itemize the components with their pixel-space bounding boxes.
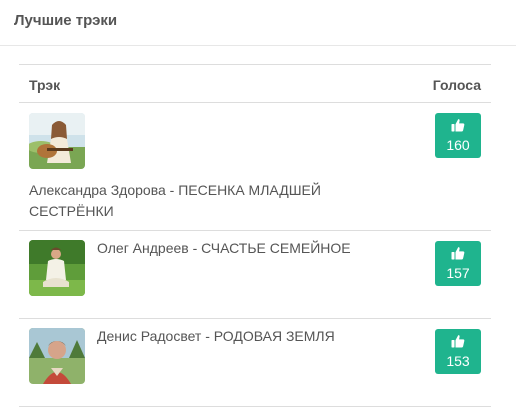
track-title[interactable]: Денис Радосвет - РОДОВАЯ ЗЕМЛЯ	[97, 326, 397, 347]
table-row: Денис Радосвет - РОДОВАЯ ЗЕМЛЯ 153	[19, 319, 491, 407]
vote-button[interactable]: 153	[435, 329, 481, 374]
thumbs-up-icon	[451, 247, 465, 260]
table-header: Трэк Голоса	[19, 64, 491, 103]
track-title[interactable]: Олег Андреев - СЧАСТЬЕ СЕМЕЙНОЕ	[97, 238, 397, 259]
track-title[interactable]: Александра Здорова - ПЕСЕНКА МЛАДШЕЙ СЕС…	[29, 180, 389, 222]
tracks-table: Трэк Голоса Александра Здорова - ПЕСЕНКА	[19, 64, 491, 407]
thumbs-up-icon	[451, 335, 465, 348]
column-header-track: Трэк	[29, 77, 61, 93]
vote-count: 157	[446, 265, 470, 281]
column-header-votes: Голоса	[432, 77, 481, 93]
panel-title: Лучшие трэки	[14, 12, 118, 29]
man-portrait-thumbnail[interactable]	[29, 328, 85, 384]
vote-button[interactable]: 160	[435, 113, 481, 158]
singer-guitar-thumbnail[interactable]	[29, 113, 85, 169]
top-tracks-panel: Лучшие трэки Трэк Голоса Александра Здор…	[0, 0, 516, 407]
vote-count: 153	[446, 353, 470, 369]
table-row: Александра Здорова - ПЕСЕНКА МЛАДШЕЙ СЕС…	[19, 103, 491, 231]
vote-count: 160	[446, 137, 470, 153]
table-row: Олег Андреев - СЧАСТЬЕ СЕМЕЙНОЕ 157	[19, 231, 491, 319]
thumbs-up-icon	[451, 119, 465, 132]
vote-button[interactable]: 157	[435, 241, 481, 286]
man-sitting-grass-thumbnail[interactable]	[29, 240, 85, 296]
panel-header: Лучшие трэки	[0, 0, 516, 46]
